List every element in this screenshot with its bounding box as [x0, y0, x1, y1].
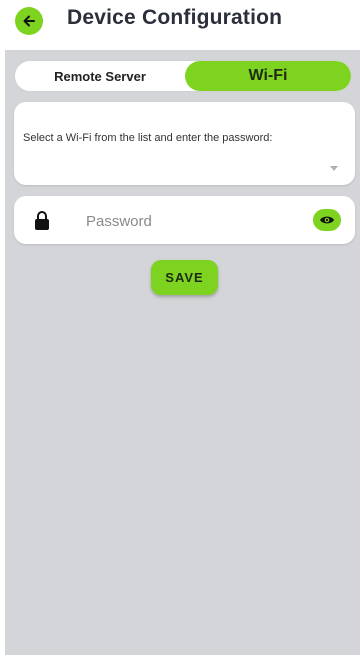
- page-title: Device Configuration: [67, 6, 283, 29]
- save-button[interactable]: SAVE: [151, 260, 218, 295]
- back-button[interactable]: [15, 7, 43, 35]
- password-field-card: [14, 196, 355, 244]
- mode-switch: Remote Server Wi-Fi: [14, 60, 352, 92]
- arrow-left-icon: [23, 15, 35, 27]
- password-input[interactable]: [84, 207, 288, 235]
- app-header: Device Configuration: [0, 0, 360, 40]
- lock-icon: [35, 211, 49, 230]
- eye-icon: [320, 216, 334, 224]
- tab-wifi[interactable]: Wi-Fi: [185, 61, 351, 91]
- tab-remote-server[interactable]: Remote Server: [15, 61, 185, 91]
- wifi-instruction: Select a Wi-Fi from the list and enter t…: [23, 132, 273, 144]
- dropdown-caret-icon[interactable]: [330, 166, 338, 171]
- wifi-select-dropdown[interactable]: Select a Wi-Fi from the list and enter t…: [14, 102, 355, 185]
- toggle-password-visibility-button[interactable]: [313, 209, 341, 231]
- config-panel: Remote Server Wi-Fi Select a Wi-Fi from …: [5, 50, 360, 655]
